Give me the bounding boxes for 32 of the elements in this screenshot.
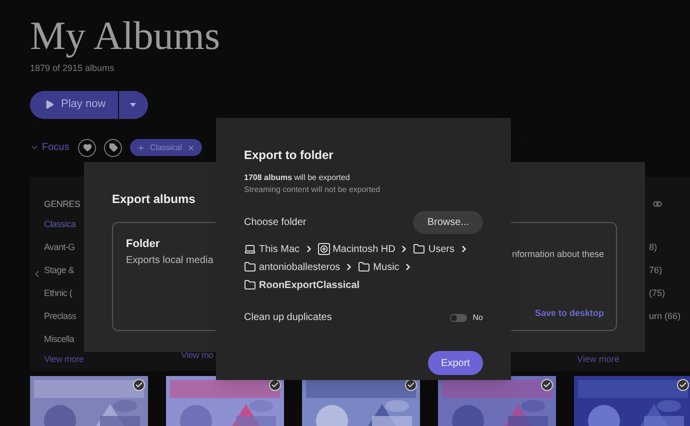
genres-heading: GENRES — [44, 198, 80, 210]
play-now-button[interactable]: Play now — [30, 90, 118, 118]
dialog-title: Export to folder — [244, 147, 334, 164]
filter-chip[interactable]: Classical — [130, 139, 202, 156]
genre-item[interactable]: Stage & — [44, 258, 74, 282]
chip-label: Classical — [150, 142, 182, 154]
cleanup-label: Clean up duplicates — [244, 311, 332, 325]
option-description: nformation about these — [512, 248, 604, 261]
path-segment[interactable]: Music — [373, 260, 400, 274]
option-description: Exports local media — [126, 254, 214, 268]
option-title: Folder — [126, 237, 160, 252]
genre-item[interactable]: Ethnic ( — [44, 282, 72, 304]
album-count: 1879 of 2915 albums — [30, 62, 114, 75]
save-to-desktop-link[interactable]: Save to desktop — [534, 306, 604, 320]
toggle-value: No — [472, 312, 483, 324]
path-segment[interactable]: RoonExportClassical — [259, 278, 360, 292]
page-title: My Albums — [30, 12, 220, 60]
path-segment[interactable]: Users — [428, 242, 454, 256]
genre-item[interactable]: Miscella — [44, 328, 74, 350]
path-segment[interactable]: antonioballesteros — [259, 260, 340, 274]
genre-item[interactable]: Classica — [44, 212, 76, 236]
path-segment[interactable]: This Mac — [259, 242, 300, 256]
genre-item[interactable]: Avant-G — [44, 236, 75, 258]
browse-button[interactable]: Browse... — [413, 211, 483, 234]
genre-item[interactable]: Preclass — [44, 304, 76, 328]
export-summary: 1708 albums will be exported — [244, 172, 350, 184]
focus-toggle[interactable]: Focus — [30, 140, 70, 155]
dialog-title: Export albums — [112, 191, 196, 208]
export-button[interactable]: Export — [428, 351, 483, 375]
choose-folder-label: Choose folder — [244, 216, 306, 230]
path-segment[interactable]: Macintosh HD — [332, 242, 396, 256]
streaming-note: Streaming content will not be exported — [244, 184, 380, 196]
